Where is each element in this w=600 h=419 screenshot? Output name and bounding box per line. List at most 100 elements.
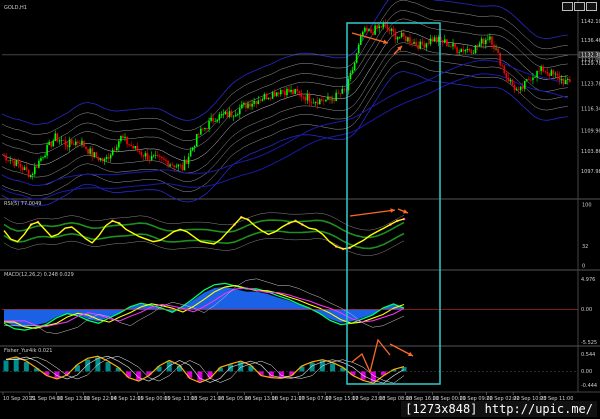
candle-body bbox=[161, 156, 163, 159]
fisher-tick-label: 0.544 bbox=[581, 352, 595, 358]
candle-body bbox=[468, 49, 471, 51]
candle-body bbox=[109, 154, 112, 159]
candle-body bbox=[257, 100, 260, 104]
candle-body bbox=[140, 152, 143, 155]
candle-body bbox=[142, 154, 145, 157]
candle-body bbox=[538, 70, 540, 72]
candle-body bbox=[255, 101, 257, 104]
candle-body bbox=[300, 92, 303, 98]
candle-body bbox=[472, 52, 475, 54]
price-tick-label: 1136.46 bbox=[581, 38, 600, 44]
candle-body bbox=[331, 99, 333, 101]
rsi-tick-label: 32 bbox=[582, 244, 588, 250]
candle-body bbox=[528, 79, 530, 80]
candle-body bbox=[378, 26, 380, 29]
candle-body bbox=[107, 156, 110, 159]
candle-body bbox=[542, 66, 544, 72]
candle-body bbox=[446, 39, 448, 47]
candle-body bbox=[544, 71, 547, 73]
candle-body bbox=[357, 44, 360, 54]
candle-body bbox=[532, 77, 534, 80]
candle-body bbox=[38, 160, 40, 168]
candle-body bbox=[415, 42, 417, 46]
fisher-bar bbox=[279, 371, 285, 378]
candle-body bbox=[25, 167, 28, 171]
rsi-tick-label: 0 bbox=[582, 264, 585, 270]
fisher-tick-label: 0.00 bbox=[581, 369, 592, 375]
macd-tick-label: -5.525 bbox=[581, 340, 597, 346]
candle-body bbox=[513, 84, 516, 91]
candle-body bbox=[200, 128, 202, 135]
candle-body bbox=[392, 28, 395, 32]
candle-body bbox=[376, 25, 378, 29]
candle-body bbox=[83, 140, 85, 147]
candle-body bbox=[419, 41, 421, 49]
candle-body bbox=[144, 153, 147, 157]
fisher-tick-label: -0.444 bbox=[581, 383, 597, 389]
candle-body bbox=[398, 36, 401, 38]
candle-body bbox=[441, 40, 444, 43]
candle-body bbox=[222, 113, 225, 115]
candle-body bbox=[460, 49, 462, 53]
candle-body bbox=[282, 90, 284, 92]
candle-body bbox=[470, 50, 473, 54]
candle-body bbox=[68, 139, 71, 148]
price-tick-label: 1097.98 bbox=[581, 169, 600, 175]
candle-body bbox=[341, 88, 344, 94]
candle-body bbox=[198, 134, 200, 135]
candle-body bbox=[476, 45, 479, 47]
candle-body bbox=[388, 28, 391, 31]
candle-body bbox=[218, 114, 221, 120]
fisher-bar bbox=[54, 371, 60, 379]
candle-body bbox=[214, 121, 216, 122]
candle-body bbox=[249, 103, 251, 107]
candle-body bbox=[75, 141, 77, 145]
fisher-bar bbox=[3, 360, 9, 372]
candle-body bbox=[93, 152, 96, 157]
candle-body bbox=[333, 99, 335, 101]
candle-body bbox=[228, 111, 231, 117]
candle-body bbox=[77, 141, 79, 143]
candle-body bbox=[216, 119, 219, 122]
candle-body bbox=[380, 26, 383, 28]
candle-body bbox=[505, 73, 508, 78]
candle-body bbox=[9, 160, 11, 161]
candle-body bbox=[48, 141, 50, 145]
candle-body bbox=[306, 94, 309, 101]
maximize-icon[interactable] bbox=[574, 2, 585, 11]
candle-body bbox=[177, 164, 180, 167]
candle-body bbox=[271, 92, 274, 99]
candle-body bbox=[433, 37, 436, 42]
candle-body bbox=[138, 150, 141, 153]
candle-body bbox=[343, 88, 346, 90]
minimize-icon[interactable] bbox=[562, 2, 573, 11]
candle-body bbox=[275, 92, 278, 97]
candle-body bbox=[491, 36, 493, 45]
candle-body bbox=[501, 65, 503, 66]
close-icon[interactable] bbox=[586, 2, 597, 11]
candle-body bbox=[478, 43, 481, 47]
candle-body bbox=[444, 39, 446, 43]
candle-body bbox=[70, 139, 73, 144]
candle-body bbox=[290, 89, 292, 93]
candle-body bbox=[482, 38, 485, 45]
candle-body bbox=[124, 136, 126, 138]
candle-body bbox=[103, 159, 106, 162]
candle-body bbox=[521, 86, 524, 89]
candle-body bbox=[294, 89, 296, 94]
candle-body bbox=[425, 43, 428, 48]
candle-body bbox=[429, 38, 432, 44]
candle-body bbox=[21, 167, 24, 171]
candle-body bbox=[487, 39, 489, 41]
price-tick-label: 1123.78 bbox=[581, 81, 600, 87]
fisher-bar bbox=[105, 362, 111, 372]
candle-body bbox=[111, 149, 114, 155]
candle-body bbox=[474, 45, 477, 53]
candle-body bbox=[183, 159, 186, 171]
candle-body bbox=[349, 72, 352, 79]
candle-body bbox=[152, 155, 155, 157]
candle-body bbox=[405, 36, 407, 42]
candle-body bbox=[19, 163, 22, 168]
candle-body bbox=[562, 78, 565, 85]
candle-body bbox=[485, 39, 487, 45]
